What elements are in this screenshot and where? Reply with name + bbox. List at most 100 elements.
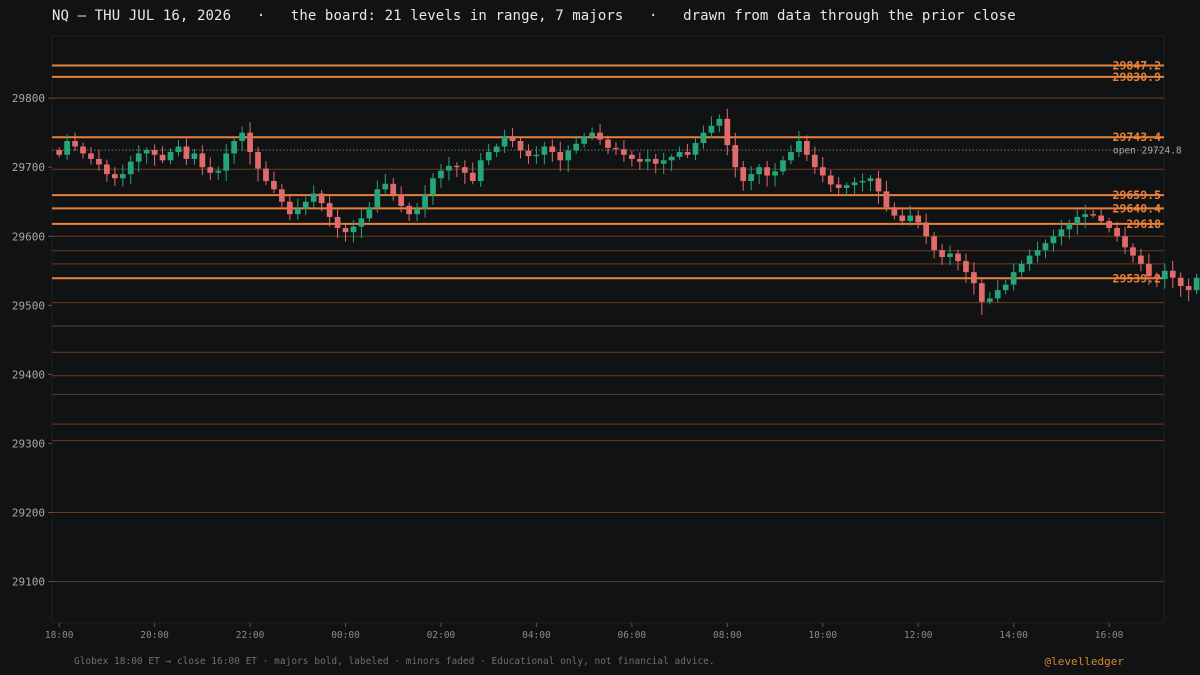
candle-body — [175, 146, 182, 153]
author-handle[interactable]: @levelledger — [1045, 655, 1124, 668]
y-tick-label: 29200 — [12, 507, 45, 520]
candle-body — [279, 189, 285, 202]
candle-body — [708, 125, 715, 133]
candle-body — [64, 140, 70, 155]
candle-body — [382, 183, 389, 190]
candle-body — [947, 253, 953, 257]
candle-body — [1018, 263, 1025, 273]
major-level-label: 29539.2 — [1113, 271, 1161, 285]
candle-body — [159, 154, 166, 161]
candle-body — [851, 182, 858, 186]
candle-body — [318, 193, 325, 204]
candle-body — [1169, 270, 1176, 278]
candle-body — [565, 150, 572, 161]
candle-body — [581, 136, 588, 144]
major-level-label: 29743.4 — [1113, 130, 1162, 144]
y-tick-label: 29800 — [12, 92, 45, 105]
candle-body — [334, 216, 341, 228]
candle-body — [1082, 214, 1089, 217]
candle-body — [819, 167, 826, 176]
candle-body — [517, 140, 524, 151]
candle-body — [549, 146, 556, 153]
candle-body — [358, 218, 365, 227]
candle-body — [1177, 277, 1184, 286]
candle-body — [907, 215, 914, 222]
candle-body — [366, 207, 373, 219]
candle-body — [263, 168, 269, 182]
x-tick-label: 16:00 — [1095, 630, 1124, 641]
candle-body — [326, 203, 333, 217]
candle-body — [1090, 214, 1097, 216]
candle-body — [1058, 229, 1065, 237]
candle-body — [573, 143, 580, 151]
candle-body — [1122, 236, 1128, 248]
candle-body — [589, 132, 595, 137]
candle-body — [628, 154, 635, 159]
candle-body — [621, 149, 627, 155]
candle-body — [772, 171, 778, 176]
candle-body — [1074, 216, 1081, 224]
candle-body — [271, 181, 277, 190]
candle-body — [302, 201, 309, 209]
candle-body — [414, 208, 420, 215]
candle-body — [485, 152, 492, 161]
candle-body — [151, 149, 158, 155]
candle-body — [1002, 284, 1009, 291]
candle-body — [430, 178, 436, 195]
candle-body — [1066, 223, 1073, 230]
candle-body — [724, 118, 731, 146]
candle — [1169, 260, 1176, 288]
x-tick-label: 00:00 — [331, 630, 360, 641]
candle-body — [239, 132, 245, 141]
candle-body — [891, 207, 898, 216]
candle-body — [652, 158, 659, 164]
candle-body — [963, 261, 969, 273]
candle-body — [923, 222, 930, 237]
candle-body — [636, 158, 643, 162]
candle-body — [541, 146, 548, 155]
candle-body — [605, 139, 611, 148]
candle-body — [1138, 255, 1144, 264]
candle-body — [183, 146, 190, 159]
candle-body — [80, 146, 86, 154]
candle-body — [986, 298, 993, 302]
candle-body — [350, 226, 357, 233]
candle-body — [955, 253, 961, 262]
candle-body — [740, 167, 747, 182]
x-tick-label: 04:00 — [522, 630, 551, 641]
candle-body — [422, 194, 428, 209]
candle-body — [1106, 221, 1112, 228]
candle-body — [199, 153, 206, 168]
candle-body — [255, 152, 261, 169]
candle-body — [104, 164, 110, 175]
candle-body — [446, 165, 452, 171]
candle-body — [398, 194, 405, 206]
candle — [1177, 272, 1184, 297]
x-tick-label: 20:00 — [140, 630, 169, 641]
candle-body — [215, 170, 222, 173]
candle-body — [501, 136, 508, 147]
candle-body — [1098, 215, 1105, 222]
candle-body — [780, 160, 786, 172]
candle-body — [1114, 227, 1120, 237]
y-tick-label: 29600 — [12, 230, 45, 243]
candle-body — [509, 136, 516, 141]
candle-body — [1026, 255, 1033, 264]
candle-body — [119, 174, 126, 179]
candle-body — [525, 150, 532, 157]
candle-body — [796, 140, 802, 153]
candle-body — [493, 146, 500, 153]
candle-body — [700, 132, 707, 144]
y-tick-label: 29700 — [12, 161, 45, 174]
x-tick-label: 12:00 — [904, 630, 933, 641]
candle-body — [56, 150, 63, 155]
candle-body — [143, 149, 150, 154]
candle-body — [135, 153, 142, 162]
candle-body — [1034, 250, 1041, 256]
candle-body — [597, 132, 603, 140]
candle-body — [803, 140, 810, 155]
candle-body — [286, 201, 293, 215]
candle-body — [1042, 243, 1049, 251]
candle-body — [875, 178, 882, 192]
candle-body — [613, 147, 619, 150]
